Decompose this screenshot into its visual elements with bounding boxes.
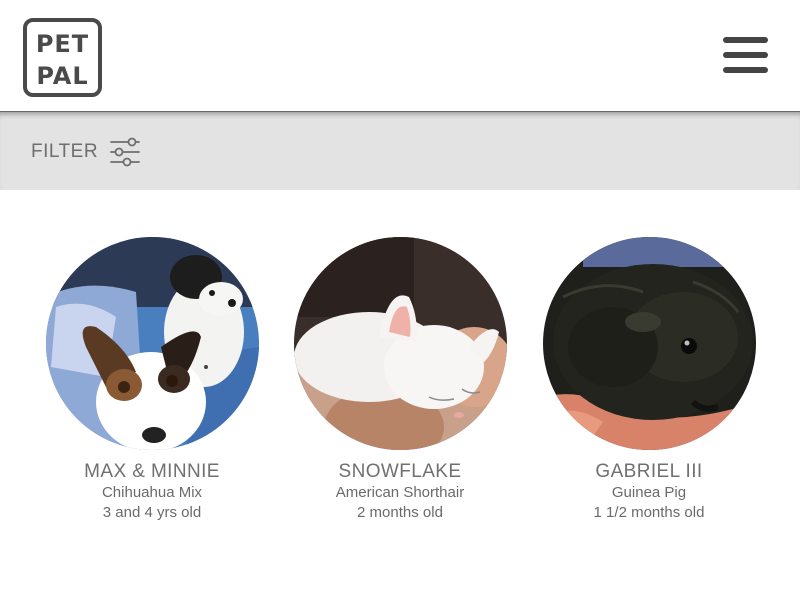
filter-button[interactable]: FILTER <box>31 136 140 168</box>
pet-name: SNOWFLAKE <box>338 461 462 482</box>
app-header: PET PAL <box>0 0 800 112</box>
pet-card-snowflake[interactable]: SNOWFLAKE American Shorthair 2 months ol… <box>280 237 520 523</box>
logo-text-bottom: PAL <box>36 62 88 90</box>
sliders-icon <box>110 137 140 167</box>
logo-text-top: PET <box>36 30 89 58</box>
pet-card-max-minnie[interactable]: MAX & MINNIE Chihuahua Mix 3 and 4 yrs o… <box>32 237 272 523</box>
petpal-logo[interactable]: PET PAL <box>23 18 102 97</box>
pet-age: 3 and 4 yrs old <box>102 504 202 521</box>
pet-breed: Chihuahua Mix <box>101 484 203 501</box>
pet-breed: Guinea Pig <box>611 484 687 501</box>
pet-card-gabriel[interactable]: GABRIEL III Guinea Pig 1 1/2 months old <box>529 237 769 523</box>
pet-age: 2 months old <box>357 504 443 521</box>
hamburger-menu-icon[interactable] <box>721 36 769 74</box>
pet-name: GABRIEL III <box>595 461 703 482</box>
pet-age: 1 1/2 months old <box>593 504 705 521</box>
kitten-photo[interactable] <box>293 237 507 450</box>
filter-label: FILTER <box>31 141 99 162</box>
guinea-pig-photo[interactable] <box>542 237 756 450</box>
filter-bar: FILTER <box>0 112 800 190</box>
dogs-photo[interactable] <box>45 237 259 450</box>
pet-breed: American Shorthair <box>335 484 465 501</box>
pet-name: MAX & MINNIE <box>84 461 220 482</box>
